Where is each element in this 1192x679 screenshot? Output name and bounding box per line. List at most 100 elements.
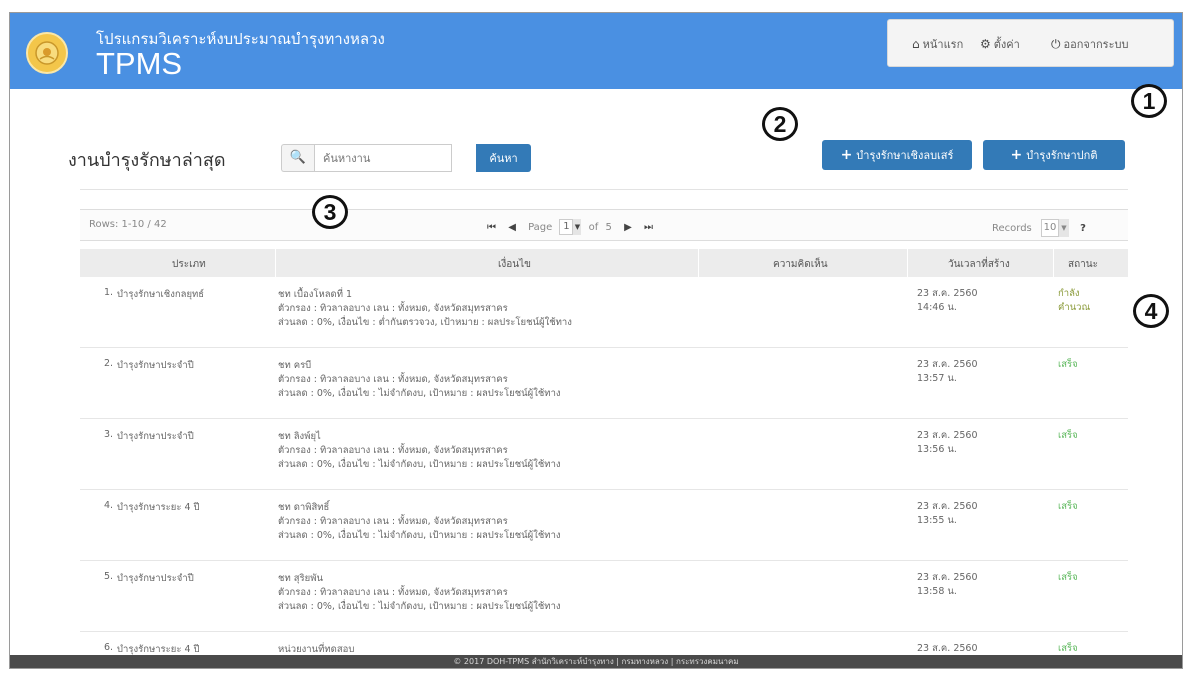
row-condition: ส่วนลด : 0%, เงื่อนไข : ไม่จำกัดงบ, เป้า… — [278, 459, 561, 470]
records-per-page: Records 10 ▼ ? — [992, 219, 1086, 237]
add-strategic-maintenance-button[interactable]: + บำรุงรักษาเชิงลบเสร์ — [822, 140, 972, 170]
row-title: ชท เบื้องโหลดที่ 1 — [278, 289, 353, 300]
page-label: Page — [528, 222, 553, 233]
row-date: 23 ส.ค. 2560 13:56 น. — [917, 430, 978, 455]
next-page-icon[interactable]: ▶ — [624, 222, 632, 233]
row-date: 23 ส.ค. 2560 14:46 น. — [917, 288, 978, 313]
add-annual-label: บำรุงรักษาปกติ — [1026, 149, 1098, 162]
add-annual-maintenance-button[interactable]: + บำรุงรักษาปกติ — [983, 140, 1125, 170]
row-filter: ตัวกรอง : ทิวลาลอบาง เลน : ทั้งหมด, จังห… — [278, 303, 508, 314]
pager-bar: Rows: 1-10 / 42 ⏮ ◀ Page 1 ▼ of 5 ▶ ⏭ Rec… — [80, 209, 1128, 241]
row-date: 23 ส.ค. 2560 13:58 น. — [917, 572, 978, 597]
total-pages: 5 — [605, 222, 612, 233]
table-row[interactable]: 1. บำรุงรักษาเชิงกลยุทธ์ ชท เบื้องโหลดที… — [80, 277, 1128, 348]
col-header-condition[interactable]: เงื่อนไข — [498, 257, 531, 272]
search-input[interactable] — [314, 144, 452, 172]
row-number: 2. — [104, 358, 114, 369]
row-number: 5. — [104, 571, 114, 582]
plus-icon: + — [840, 147, 853, 163]
row-status: เสร็จ — [1058, 501, 1078, 512]
first-page-icon[interactable]: ⏮ — [487, 222, 496, 233]
annotation-marker-4: 4 — [1133, 294, 1169, 328]
nav-home-link[interactable]: ⌂ หน้าแรก — [912, 20, 963, 68]
home-icon: ⌂ — [912, 37, 920, 51]
page-heading: งานบำรุงรักษาล่าสุด — [68, 150, 226, 171]
row-condition: ส่วนลด : 0%, เงื่อนไข : ไม่จำกัดงบ, เป้า… — [278, 601, 561, 612]
row-number: 3. — [104, 429, 114, 440]
divider — [80, 189, 1128, 190]
row-title: ชท ครบี — [278, 360, 312, 371]
top-navbar: โปรแกรมวิเคราะห์งบประมาณบำรุงทางหลวง TPM… — [10, 13, 1182, 89]
annotation-marker-3: 3 — [312, 195, 348, 229]
row-filter: ตัวกรอง : ทิวลาลอบาง เลน : ทั้งหมด, จังห… — [278, 374, 508, 385]
table-row[interactable]: 2. บำรุงรักษาประจำปี ชท ครบี ตัวกรอง : ท… — [80, 348, 1128, 419]
row-status: กำลังคำนวณ — [1058, 288, 1091, 313]
row-title: ชท สุริยพัน — [278, 573, 323, 584]
row-filter: ตัวกรอง : ทิวลาลอบาง เลน : ทั้งหมด, จังห… — [278, 516, 508, 527]
row-condition: ส่วนลด : 0%, เงื่อนไข : ไม่จำกัดงบ, เป้า… — [278, 388, 561, 399]
row-status: เสร็จ — [1058, 359, 1078, 370]
records-label: Records — [992, 223, 1032, 234]
row-filter: ตัวกรอง : ทิวลาลอบาง เลน : ทั้งหมด, จังห… — [278, 445, 508, 456]
plus-icon: + — [1010, 147, 1023, 163]
records-dropdown-icon[interactable]: ▼ — [1058, 219, 1069, 237]
row-condition: ส่วนลด : 0%, เงื่อนไข : ต่ำกันตรวจวง, เป… — [278, 317, 572, 328]
row-type: บำรุงรักษาเชิงกลยุทธ์ — [117, 289, 205, 300]
annotation-marker-2: 2 — [762, 107, 798, 141]
app-title[interactable]: TPMS — [96, 46, 182, 82]
row-type: บำรุงรักษาระยะ 4 ปี — [117, 502, 200, 513]
nav-settings-label: ตั้งค่า — [993, 38, 1020, 51]
page-footer: © 2017 DOH-TPMS สำนักวิเคราะห์บำรุงทาง |… — [10, 655, 1182, 668]
table-row[interactable]: 3. บำรุงรักษาประจำปี ชท ลิงพ์ยุไ ตัวกรอง… — [80, 419, 1128, 490]
row-number: 4. — [104, 500, 114, 511]
row-type: บำรุงรักษาประจำปี — [117, 360, 194, 371]
row-date: 23 ส.ค. 2560 13:55 น. — [917, 501, 978, 526]
col-header-status[interactable]: สถานะ — [1068, 257, 1098, 272]
help-icon[interactable]: ? — [1080, 223, 1086, 234]
page-navigation: ⏮ ◀ Page 1 ▼ of 5 ▶ ⏭ — [487, 219, 662, 235]
page-dropdown-icon[interactable]: ▼ — [573, 219, 582, 235]
row-status: เสร็จ — [1058, 430, 1078, 441]
search-icon: 🔍 — [281, 144, 314, 172]
table-row[interactable]: 5. บำรุงรักษาประจำปี ชท สุริยพัน ตัวกรอง… — [80, 561, 1128, 632]
prev-page-icon[interactable]: ◀ — [508, 222, 516, 233]
page-input[interactable]: 1 — [559, 219, 574, 235]
logo-icon — [26, 32, 68, 74]
row-date: 23 ส.ค. 2560 13:57 น. — [917, 359, 978, 384]
app-window: โปรแกรมวิเคราะห์งบประมาณบำรุงทางหลวง TPM… — [9, 12, 1183, 669]
col-header-created[interactable]: วันเวลาที่สร้าง — [948, 257, 1010, 272]
nav-settings-link[interactable]: ⚙ ตั้งค่า — [980, 20, 1020, 68]
row-type: บำรุงรักษาประจำปี — [117, 431, 194, 442]
add-strategic-label: บำรุงรักษาเชิงลบเสร์ — [856, 149, 954, 162]
column-divider — [275, 249, 276, 277]
column-divider — [907, 249, 908, 277]
of-label: of — [588, 222, 599, 233]
row-title: ชท ดาพิสิทธิ์ — [278, 502, 330, 513]
row-status: เสร็จ — [1058, 643, 1078, 654]
annotation-marker-1: 1 — [1131, 84, 1167, 118]
row-number: 6. — [104, 642, 114, 653]
column-divider — [1053, 249, 1054, 277]
search-button[interactable]: ค้นหา — [476, 144, 531, 172]
row-filter: ตัวกรอง : ทิวลาลอบาง เลน : ทั้งหมด, จังห… — [278, 587, 508, 598]
rows-info: Rows: 1-10 / 42 — [89, 219, 167, 230]
table-row[interactable]: 4. บำรุงรักษาระยะ 4 ปี ชท ดาพิสิทธิ์ ตัว… — [80, 490, 1128, 561]
last-page-icon[interactable]: ⏭ — [644, 222, 653, 233]
table-header: ประเภท เงื่อนไข ความคิดเห็น วันเวลาที่สร… — [80, 249, 1128, 277]
power-icon: ⏻ — [1051, 37, 1061, 51]
column-divider — [698, 249, 699, 277]
row-type: บำรุงรักษาประจำปี — [117, 573, 194, 584]
nav-logout-label: ออกจากระบบ — [1063, 38, 1129, 51]
top-nav-menu: ⌂ หน้าแรก ⚙ ตั้งค่า ⏻ ออกจากระบบ — [887, 19, 1174, 67]
records-select[interactable]: 10 — [1040, 219, 1059, 237]
row-status: เสร็จ — [1058, 572, 1078, 583]
nav-home-label: หน้าแรก — [922, 38, 964, 51]
nav-logout-link[interactable]: ⏻ ออกจากระบบ — [1051, 20, 1128, 68]
row-number: 1. — [104, 287, 114, 298]
row-condition: ส่วนลด : 0%, เงื่อนไข : ไม่จำกัดงบ, เป้า… — [278, 530, 561, 541]
row-title: ชท ลิงพ์ยุไ — [278, 431, 321, 442]
col-header-type[interactable]: ประเภท — [172, 257, 206, 272]
search-group: 🔍 ค้นหา — [281, 144, 531, 172]
gear-icon: ⚙ — [980, 37, 991, 51]
col-header-comment[interactable]: ความคิดเห็น — [773, 257, 828, 272]
